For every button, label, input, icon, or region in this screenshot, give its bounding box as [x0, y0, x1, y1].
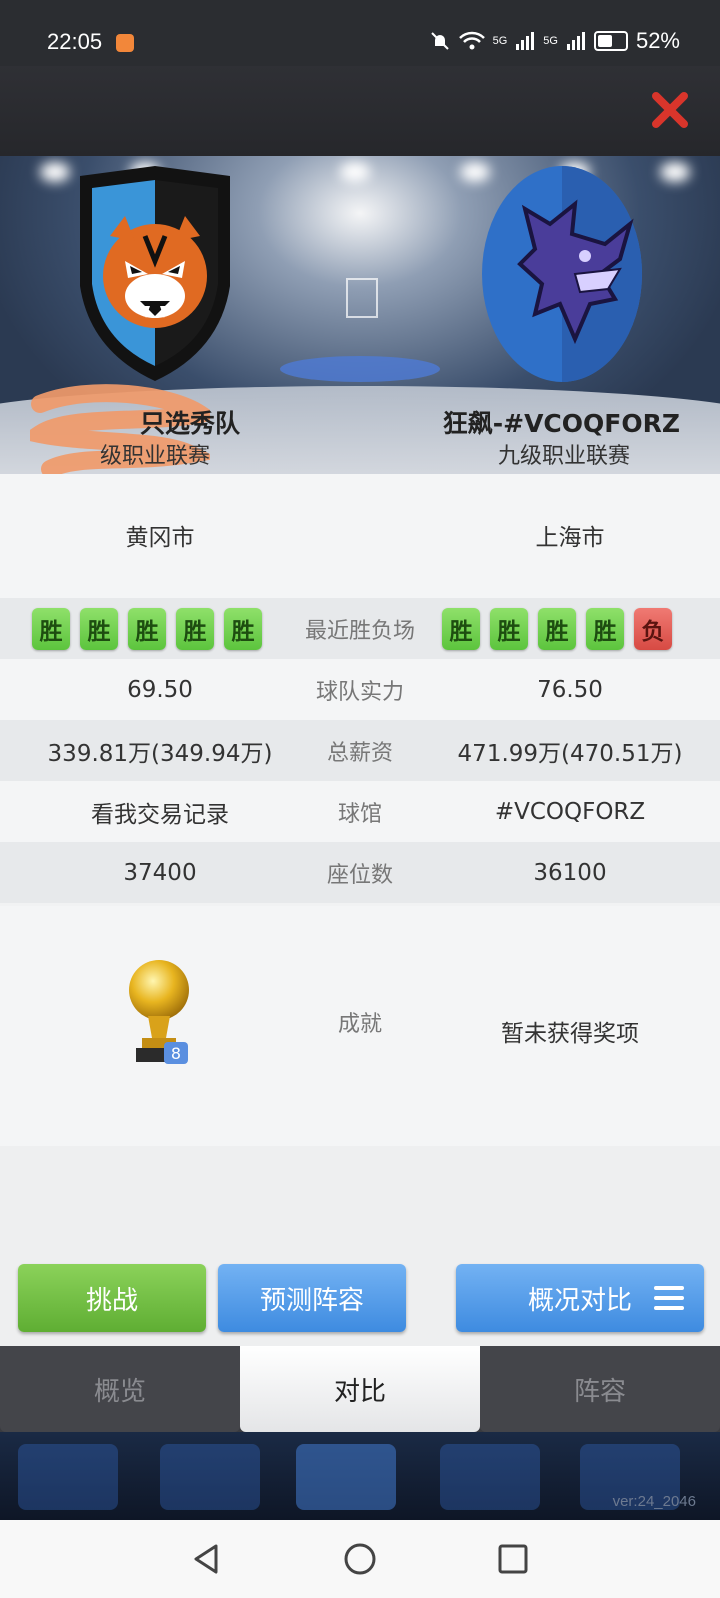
- recent-results-row: 胜 胜 胜 胜 胜 最近胜负场 胜 胜 胜 胜 负: [0, 598, 720, 659]
- nav-ghost-item: [160, 1444, 260, 1510]
- right-strength: 76.50: [537, 676, 603, 703]
- mute-bell-icon: [430, 32, 449, 50]
- arena-label: 球馆: [337, 801, 382, 827]
- result-badge-win: 胜: [128, 608, 166, 650]
- tab-lineup[interactable]: 阵容: [480, 1346, 720, 1432]
- status-bar: 22:05 5G 5G 52%: [0, 0, 720, 66]
- result-badge-win: 胜: [80, 608, 118, 650]
- wifi-icon: [458, 31, 485, 50]
- seats-row: 37400 座位数 36100: [0, 842, 720, 903]
- arena-row: 看我交易记录 球馆 #VCOQFORZ: [0, 781, 720, 842]
- nav-ghost-item: [296, 1444, 396, 1510]
- status-indicators: 5G 5G 52%: [429, 28, 680, 54]
- left-recent-results: 胜 胜 胜 胜 胜: [32, 608, 262, 650]
- app-notification-icon: [116, 34, 134, 52]
- matchup-banner: 只选秀队 级职业联赛 狂飙-#VCOQFORZ 九级职业联赛: [0, 156, 720, 474]
- left-strength: 69.50: [127, 676, 193, 703]
- version-label: ver:24_2046: [612, 1493, 696, 1510]
- tab-bar: 概览 对比 阵容: [0, 1346, 720, 1432]
- salary-label: 总薪资: [326, 740, 393, 766]
- result-badge-win: 胜: [442, 608, 480, 650]
- network-type-2: 5G: [543, 35, 558, 47]
- right-salary: 471.99万(470.51万): [457, 740, 683, 767]
- overview-compare-button[interactable]: 概况对比: [456, 1264, 704, 1332]
- action-area: 挑战 预测阵容 概况对比: [0, 1146, 720, 1346]
- left-salary: 339.81万(349.94万): [47, 740, 273, 767]
- result-badge-win: 胜: [224, 608, 262, 650]
- achievements-row: 8 成就 暂未获得奖项: [0, 906, 720, 1146]
- right-seats: 36100: [533, 859, 607, 886]
- right-achievements: 暂未获得奖项: [501, 1021, 639, 1047]
- comparison-panel: 黄冈市 上海市 胜 胜 胜 胜 胜 最近胜负场 胜 胜 胜 胜 负 69.50 …: [0, 474, 720, 1146]
- predict-lineup-button[interactable]: 预测阵容: [218, 1264, 406, 1332]
- signal-icon: [516, 32, 535, 50]
- game-bottom-nav: ver:24_2046: [0, 1432, 720, 1520]
- right-team-league: 九级职业联赛: [497, 444, 630, 469]
- network-type-1: 5G: [492, 35, 508, 47]
- close-x-icon[interactable]: [650, 90, 690, 130]
- nav-ghost-item: [440, 1444, 540, 1510]
- left-team-name: 只选秀队: [140, 409, 241, 438]
- result-badge-win: 胜: [490, 608, 528, 650]
- signal-icon-2: [566, 32, 585, 50]
- result-badge-win: 胜: [32, 608, 70, 650]
- court-center-circle: [280, 356, 440, 382]
- achievements-label: 成就: [337, 1012, 382, 1037]
- battery-percent: 52%: [635, 28, 680, 53]
- tiger-shield-logo[interactable]: [70, 166, 240, 386]
- right-team-name: 狂飙-#VCOQFORZ: [442, 409, 680, 438]
- tab-compare[interactable]: 对比: [240, 1346, 480, 1432]
- result-badge-win: 胜: [176, 608, 214, 650]
- right-city: 上海市: [535, 525, 605, 551]
- recent-results-label: 最近胜负场: [304, 618, 415, 644]
- gold-trophy-icon[interactable]: 8: [126, 956, 196, 1068]
- left-city: 黄冈市: [125, 525, 195, 551]
- result-badge-win: 胜: [586, 608, 624, 650]
- strength-row: 69.50 球队实力 76.50: [0, 659, 720, 720]
- status-time: 22:05: [47, 29, 103, 54]
- left-team-league: 级职业联赛: [100, 444, 211, 469]
- recents-square-icon[interactable]: [496, 1542, 530, 1576]
- basketball-hoop: [346, 278, 378, 318]
- challenge-button[interactable]: 挑战: [18, 1264, 206, 1332]
- home-circle-icon[interactable]: [343, 1542, 377, 1576]
- back-triangle-icon[interactable]: [190, 1542, 224, 1576]
- tab-overview[interactable]: 概览: [0, 1346, 240, 1432]
- nav-ghost-item: [18, 1444, 118, 1510]
- battery-icon: [593, 31, 628, 51]
- menu-icon[interactable]: [654, 1286, 684, 1310]
- dragon-oval-logo[interactable]: [480, 164, 644, 384]
- right-arena[interactable]: #VCOQFORZ: [410, 799, 720, 825]
- result-badge-win: 胜: [538, 608, 576, 650]
- right-recent-results: 胜 胜 胜 胜 负: [442, 608, 672, 650]
- left-arena[interactable]: 看我交易记录: [0, 795, 320, 829]
- strength-label: 球队实力: [315, 679, 404, 705]
- city-row: 黄冈市 上海市: [0, 474, 720, 598]
- dialog-header: [0, 66, 720, 156]
- salary-row: 339.81万(349.94万) 总薪资 471.99万(470.51万): [0, 720, 720, 781]
- overview-compare-label: 概况对比: [527, 1285, 632, 1316]
- seats-label: 座位数: [326, 862, 393, 888]
- system-nav-bar: [0, 1520, 720, 1598]
- left-seats: 37400: [123, 859, 197, 886]
- result-badge-loss: 负: [634, 608, 672, 650]
- trophy-count: 8: [171, 1044, 181, 1063]
